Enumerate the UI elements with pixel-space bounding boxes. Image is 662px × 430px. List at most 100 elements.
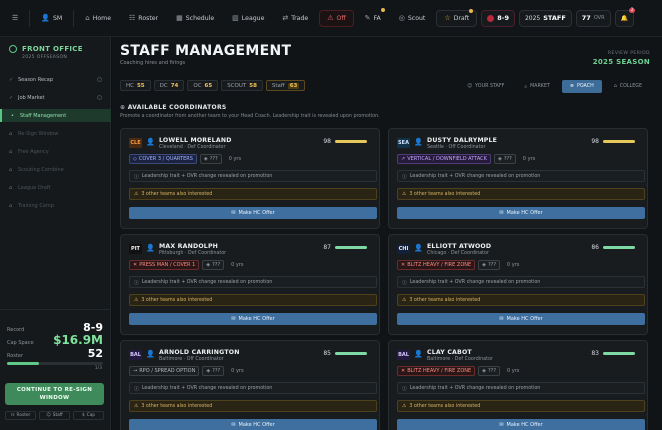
nav-roster[interactable]: ☷ Roster (122, 10, 165, 27)
target-icon: ⊕ (569, 84, 574, 89)
scout-label: SCOUT (227, 82, 247, 89)
ovr-bar (335, 246, 367, 249)
scheme-label: BLITZ HEAVY / FIRE ZONE (407, 262, 472, 268)
handshake-icon: ✉ (499, 210, 504, 216)
scheme-icon: ◇ (133, 156, 137, 162)
lock-icon: ⌂ (9, 184, 13, 191)
scheme-tag: ✕ PRESS MAN / COVER 1 (129, 260, 200, 270)
top-nav: ☰ 👤 SM ⌂ Home ☷ Roster ▦ Schedule ▥ League ⇄ T… (0, 0, 662, 37)
staff-tabs: ☺ YOUR STAFF ⌕ MARKET ⊕ POACH ⌂ COLLEGE (459, 80, 650, 93)
make-hc-offer-button[interactable]: ✉ Make HC Offer (129, 207, 377, 219)
sidebar-item-free-agency[interactable]: ⌂ Free Agency (0, 145, 111, 158)
team-badge: CLE (129, 138, 142, 148)
quick-staff-button[interactable]: ☺ Staff (39, 411, 70, 420)
hamburger-button[interactable]: ☰ (5, 10, 25, 27)
home-icon: ⌂ (85, 14, 90, 22)
sidebar-item-training-camp[interactable]: ⌂ Training Camp (0, 199, 111, 212)
nav-draft[interactable]: ☆ Draft (436, 8, 478, 27)
college-icon: ⌂ (613, 84, 617, 89)
team-logo-icon (487, 14, 495, 22)
nav-scout[interactable]: ◎ Scout (392, 10, 433, 27)
roster-icon: ☷ (10, 413, 15, 418)
main-content: STAFF MANAGEMENT Coaching hires and firi… (112, 37, 662, 430)
tab-poach[interactable]: ⊕ POACH (561, 80, 602, 93)
nav-trade[interactable]: ⇄ Trade (275, 10, 315, 27)
quick-cap-button[interactable]: $ Cap (73, 411, 104, 420)
coordinator-card: CLE 👤 LOWELL MORELAND Cleveland · Def Co… (120, 128, 380, 229)
notification-dot (469, 8, 474, 13)
sidebar-item-season-recap[interactable]: ✓ Season Recap (0, 73, 111, 86)
interest-warning-text: 3 other teams also interested (141, 297, 213, 303)
continue-label-line1: CONTINUE TO RE-SIGN (16, 387, 93, 393)
dc-label: DC (159, 82, 168, 89)
front-office-subtitle: 2025 OFFSEASON (22, 55, 68, 60)
info-icon: ⓘ (402, 386, 407, 392)
experience-tag: 0 yrs (231, 262, 244, 268)
status-circle-icon (97, 95, 102, 100)
trait-label: ??? (488, 368, 496, 374)
ovr-bar (335, 352, 367, 355)
info-icon: ⓘ (134, 386, 139, 392)
tab-poach-label: POACH (576, 84, 594, 89)
continue-label-line2: WINDOW (39, 395, 70, 401)
promotion-info: ⓘ Leadership trait + OVR change revealed … (129, 382, 377, 394)
sidebar-item-label: League Draft (18, 184, 51, 191)
tab-your-staff[interactable]: ☺ YOUR STAFF (459, 80, 512, 93)
promotion-info: ⓘ Leadership trait + OVR change revealed … (129, 276, 377, 288)
coordinator-tags: ↗ VERTICAL / DOWNFIELD ATTACK ◈??? 0 yrs (397, 154, 539, 164)
staff-year-pill[interactable]: 2025 STAFF (518, 9, 572, 27)
nav-off[interactable]: ⚠ Off (319, 9, 354, 27)
coordinator-ovr: 87 (323, 244, 331, 251)
sidebar-divider (0, 309, 111, 310)
sidebar-item-scouting-combine[interactable]: ⌂ Scouting Combine (0, 163, 111, 176)
sidebar-item-label: Season Recap (18, 76, 54, 83)
cap-space-label: Cap Space (7, 340, 34, 346)
dc-rating-chip: DC 74 (153, 80, 185, 91)
promotion-info: ⓘ Leadership trait + OVR change revealed … (129, 170, 377, 182)
coordinator-ovr: 98 (591, 138, 599, 145)
notifications-button[interactable]: 🔔 2 (614, 7, 636, 27)
tab-college[interactable]: ⌂ COLLEGE (606, 80, 650, 93)
make-hc-offer-button[interactable]: ✉ Make HC Offer (397, 419, 645, 430)
trait-label: ??? (488, 262, 496, 268)
make-hc-offer-button[interactable]: ✉ Make HC Offer (397, 313, 645, 325)
scheme-icon: ✕ (133, 262, 138, 268)
coordinator-card: BAL 👤 CLAY CABOT Baltimore · Def Coordin… (388, 340, 648, 430)
sidebar-item-league-draft[interactable]: ⌂ League Draft (0, 181, 111, 194)
team-badge: SEA (397, 138, 410, 148)
quick-roster-button[interactable]: ☷ Roster (5, 411, 36, 420)
ovr-bar (603, 352, 635, 355)
nav-league[interactable]: ▥ League (225, 10, 271, 27)
shield-icon: ◈ (203, 156, 208, 162)
experience-tag: 0 yrs (231, 368, 244, 374)
roster-value: 52 (87, 347, 103, 360)
trait-tag: ◈??? (493, 154, 516, 164)
roster-stat: Roster 52 (7, 347, 103, 360)
ovr-pill[interactable]: 77 OVR (575, 9, 611, 27)
tab-market-label: MARKET (530, 84, 550, 89)
lock-icon: ⌂ (9, 130, 13, 137)
make-hc-offer-button[interactable]: ✉ Make HC Offer (397, 207, 645, 219)
tab-market[interactable]: ⌕ MARKET (516, 80, 558, 93)
interest-warning: ⚠ 3 other teams also interested (129, 188, 377, 200)
nav-fa-label: FA (373, 14, 381, 22)
nav-home[interactable]: ⌂ Home (78, 10, 118, 27)
sidebar-item-job-market[interactable]: ✓ Job Market (0, 91, 111, 104)
check-icon: ✓ (9, 76, 14, 83)
sidebar-item-re-sign[interactable]: ⌂ Re-Sign Window (0, 127, 111, 140)
cap-space-value: $16.9M (53, 333, 103, 347)
nav-fa[interactable]: ✎ FA (358, 7, 388, 27)
continue-button[interactable]: CONTINUE TO RE-SIGN WINDOW (5, 383, 104, 405)
user-button[interactable]: 👤 SM (34, 10, 69, 27)
nav-schedule[interactable]: ▦ Schedule (169, 10, 221, 27)
scheme-tag: ✕ BLITZ HEAVY / FIRE ZONE (397, 366, 476, 376)
hamburger-icon: ☰ (12, 14, 19, 22)
make-hc-offer-button[interactable]: ✉ Make HC Offer (129, 313, 377, 325)
notification-dot (380, 7, 385, 12)
team-record[interactable]: 8-9 (481, 9, 515, 27)
oc-rating-chip: OC 65 (187, 80, 219, 91)
make-hc-offer-button[interactable]: ✉ Make HC Offer (129, 419, 377, 430)
sidebar-item-staff-management[interactable]: • Staff Management (0, 109, 111, 122)
coordinator-role: Pittsburgh · Def Coordinator (159, 251, 227, 256)
scheme-tag: ◇ COVER 3 / QUARTERS (129, 154, 197, 164)
